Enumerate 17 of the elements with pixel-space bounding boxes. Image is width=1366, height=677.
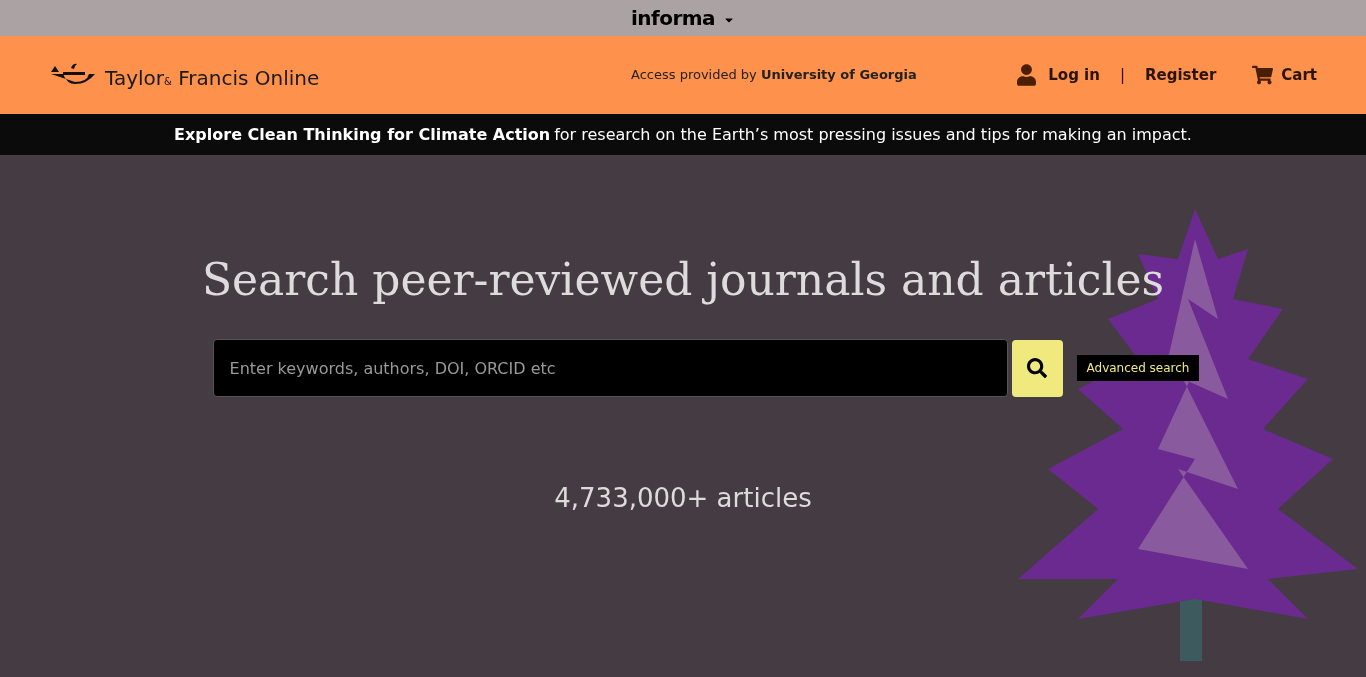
register-link[interactable]: Register: [1145, 63, 1217, 87]
article-count: 4,733,000+ articles: [554, 482, 812, 515]
banner-link[interactable]: Explore Clean Thinking for Climate Action: [174, 122, 551, 147]
site-logo[interactable]: Taylor& Francis Online: [49, 62, 549, 88]
login-link[interactable]: Log in: [1048, 63, 1100, 87]
cart-link[interactable]: Cart: [1281, 63, 1317, 87]
hero-title: Search peer-reviewed journals and articles: [201, 253, 1165, 307]
access-text: Access provided by University of Georgia: [631, 66, 917, 85]
search-button[interactable]: [1011, 339, 1063, 397]
search-field[interactable]: Enter keywords, authors, DOI, ORCID etc: [212, 339, 1008, 397]
brand-menu[interactable]: informa: [630, 3, 736, 33]
banner-text: for research on the Earth’s most pressing issues and tips for making an impact.: [554, 123, 1192, 146]
search-icon: [1027, 358, 1047, 378]
cart-icon: [1252, 65, 1274, 85]
user-icon: [1017, 64, 1037, 86]
advanced-search-link[interactable]: Advanced search: [1076, 355, 1200, 381]
link-separator: |: [1119, 64, 1125, 86]
